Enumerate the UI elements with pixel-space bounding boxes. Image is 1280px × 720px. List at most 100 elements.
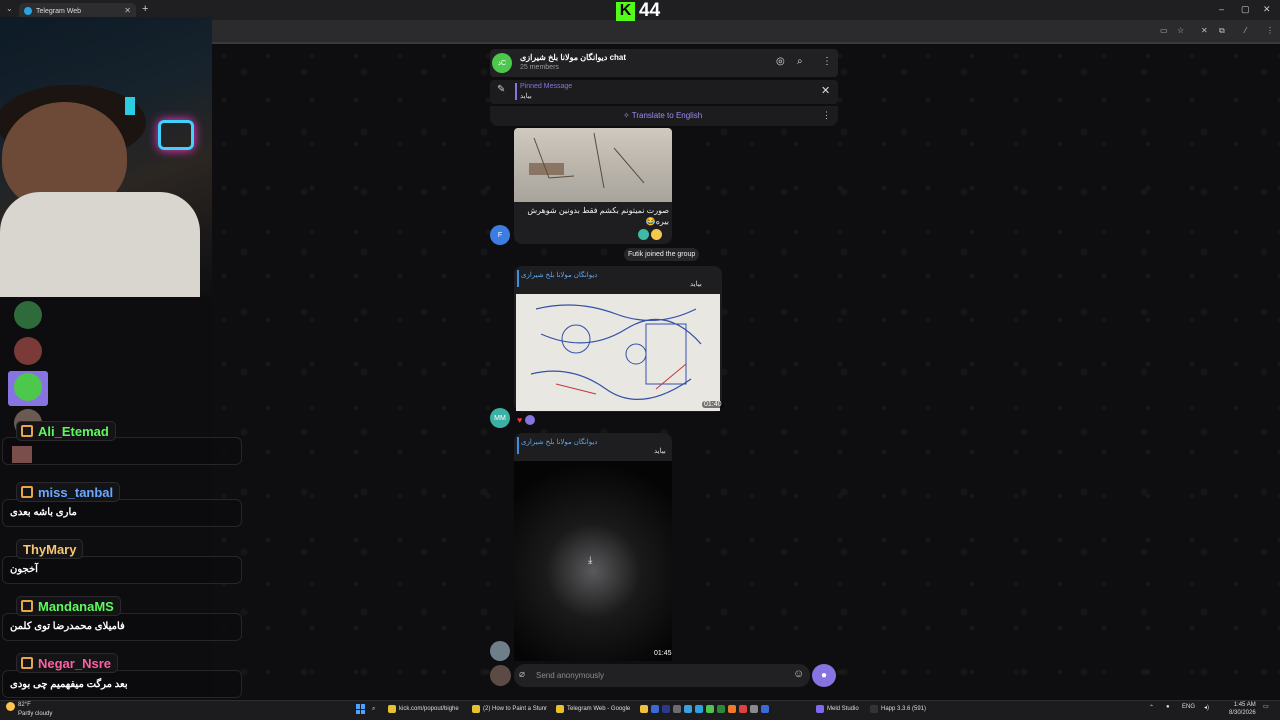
translate-options-icon[interactable]: ⋮ [822,110,831,121]
language-indicator[interactable]: ENG [1182,704,1195,710]
subscriber-badge-icon [21,657,33,669]
tab-close-icon[interactable]: ✕ [124,6,131,15]
extensions-puzzle-icon[interactable]: ⧉ [1219,26,1225,36]
kick-logo: K [616,1,635,21]
notification-icon[interactable]: ▭ [1263,703,1269,710]
volume-icon[interactable]: ◂) [1204,704,1209,711]
tray-chevron-icon[interactable]: ⌃ [1149,704,1154,711]
app-icon [750,705,758,713]
weather-widget[interactable]: 82°F Partly cloudy [6,702,52,718]
pinned-text: بیاید [520,93,532,100]
extension-icon[interactable]: ✕ [1201,26,1208,35]
more-options-icon[interactable]: ⋮ [822,56,832,67]
pin-icon[interactable]: ✎ [497,84,505,95]
translate-button[interactable]: ✧ Translate to English [623,111,702,120]
cast-icon[interactable]: ▭ [1160,26,1168,35]
message-video[interactable] [516,294,720,411]
close-window-button[interactable]: ✕ [1263,4,1271,15]
maximize-button[interactable]: ▢ [1241,4,1250,15]
new-tab-button[interactable]: + [142,3,148,15]
neon-light [125,97,135,115]
happ-icon [870,705,878,713]
telegram-icon [24,7,32,15]
taskbar-pinned-apps[interactable] [640,704,769,714]
folder-icon [640,705,648,713]
time: 1:45 AM [1233,702,1256,708]
download-icon[interactable]: ⤓ [588,555,592,566]
send-as-avatar[interactable] [490,665,511,686]
kick-viewer-overlay: K 44 [616,0,660,21]
chat-message-text: آخجون [10,564,38,575]
taskbar-label: Happ 3.3.6 (591) [881,706,927,712]
app-icon [684,705,692,713]
attach-icon[interactable]: ⌀ [519,669,525,680]
forwarded-text: بیاید [654,448,666,455]
message-caption: صورت نمیتونم بکشم فقط بدونین شوهرش بیره😂 [527,206,669,226]
sender-avatar[interactable]: MM [490,408,510,428]
emote-image [12,446,32,463]
windows-start-icon[interactable] [356,704,366,714]
browser-menu-icon[interactable]: ⋮ [1266,26,1274,35]
chat-list-avatar[interactable] [14,301,42,329]
chat-username: miss_tanbal [16,482,121,502]
message-placeholder[interactable]: Send anonymously [536,671,604,680]
chat-username: Negar_Nsre [16,653,118,673]
subscriber-badge-icon [21,600,33,612]
subscriber-badge-icon [21,486,33,498]
weather-desc: Partly cloudy [18,711,53,717]
reactions[interactable] [638,229,662,240]
telegram-icon [695,705,703,713]
meld-icon [816,705,824,713]
username: ThyMary [23,541,77,557]
pinned-accent-bar [515,83,517,100]
chat-list-avatar[interactable] [14,337,42,365]
reaction-avatar[interactable] [638,229,649,240]
taskbar-meld-studio[interactable]: Meld Studio [816,704,859,714]
sender-avatar[interactable] [490,641,510,661]
neon-sign [158,120,194,150]
username: Ali_Etemad [38,423,109,439]
forwarded-from[interactable]: دیوانگان مولانا بلخ شیرازی [521,438,597,446]
chat-bubble-icon[interactable]: ◎ [776,56,785,67]
microphone-button[interactable]: ● [812,664,836,687]
heart-icon[interactable]: ♥ [517,415,522,425]
taskbar-label: kick.com/popout/bighe [399,706,459,712]
subscriber-badge-icon [21,425,33,437]
chat-message [2,556,242,584]
sender-avatar[interactable]: F [490,225,510,245]
reactions[interactable]: ♥ [517,415,536,425]
message-photo[interactable] [514,128,672,202]
emoji-icon[interactable]: ☺ [793,668,804,680]
taskbar-chrome-youtube[interactable]: (2) How to Paint a Stunr [472,704,547,714]
bookmark-star-icon[interactable]: ☆ [1177,26,1184,35]
username: miss_tanbal [38,484,114,500]
taskbar-chrome-telegram[interactable]: Telegram Web - Google [556,704,630,714]
webcam-feed [0,17,212,297]
username: Negar_Nsre [38,655,111,671]
taskbar-clock[interactable]: 1:45 AM 8/30/2026 [1229,701,1256,717]
laugh-emoji-icon[interactable] [651,229,662,240]
message-video[interactable] [514,461,672,661]
taskbar-happ[interactable]: Happ 3.3.6 (591) [870,704,926,714]
forwarded-from[interactable]: دیوانگان مولانا بلخ شیرازی [521,271,597,279]
search-icon[interactable]: ⌕ [797,56,803,67]
tray-mic-icon[interactable]: ● [1166,704,1170,710]
minimize-button[interactable]: – [1219,4,1224,14]
app-icon [651,705,659,713]
chat-background [212,44,1280,700]
taskbar-search-icon[interactable]: ⌕ [372,704,375,714]
chat-avatar[interactable]: ذC [492,53,512,73]
chat-message-text: فامیلای محمدرضا توی کلمن [10,621,125,632]
weather-temp: 82°F [18,702,31,708]
profile-icon[interactable]: ⁄ [1245,26,1246,35]
member-count: 25 members [520,64,559,71]
chat-list-avatar[interactable] [14,373,42,401]
translate-label: Translate to English [631,111,703,120]
reaction-avatar[interactable] [525,415,536,425]
app-icon [728,705,736,713]
chat-title[interactable]: دیوانگان مولانا بلخ شیرازی chat [520,53,626,62]
taskbar-chrome-kick[interactable]: kick.com/popout/bighe [388,704,459,714]
tab-search-icon[interactable]: ⌄ [6,4,13,13]
close-pinned-icon[interactable]: ✕ [821,84,830,97]
drawing-image [516,294,720,411]
